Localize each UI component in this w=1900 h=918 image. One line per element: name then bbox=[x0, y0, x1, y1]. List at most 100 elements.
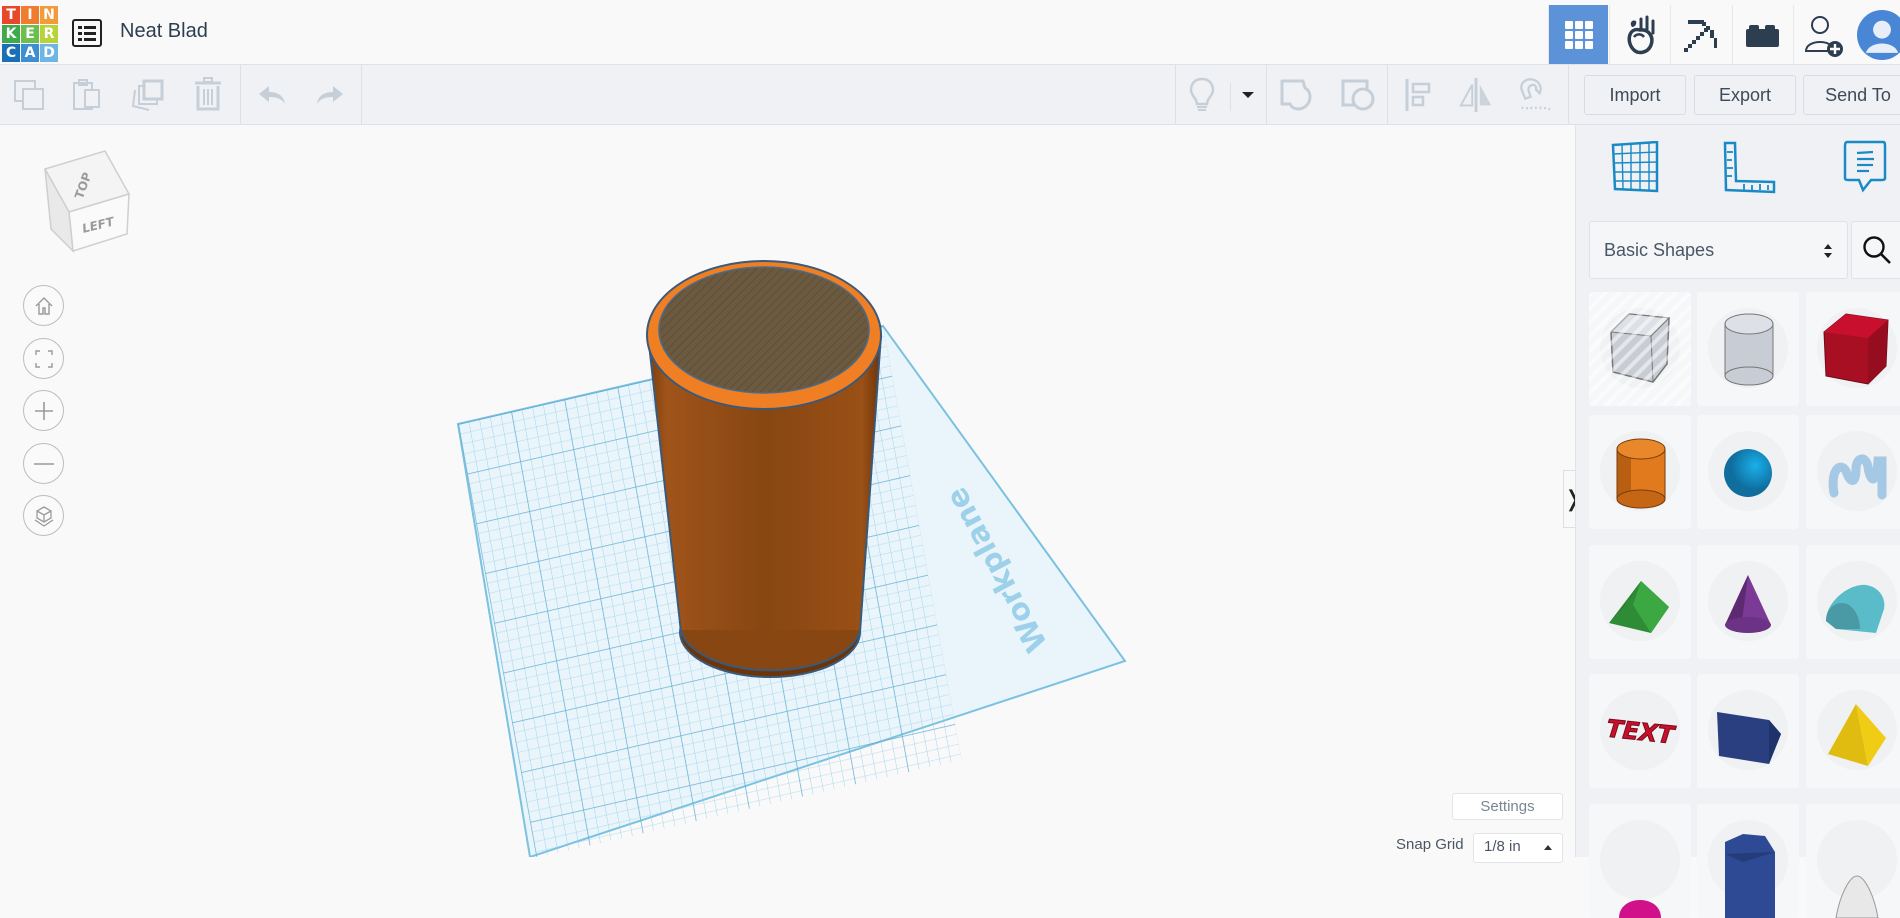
settings-button[interactable]: Settings bbox=[1452, 793, 1563, 820]
shape-tile-wedge-prism[interactable] bbox=[1697, 674, 1799, 788]
note-icon bbox=[1843, 140, 1887, 193]
home-view-button[interactable] bbox=[23, 285, 64, 326]
shape-tile-cylinder[interactable] bbox=[1589, 415, 1691, 529]
align-button[interactable] bbox=[1400, 77, 1436, 113]
redo-button[interactable] bbox=[312, 77, 348, 113]
home-icon bbox=[35, 296, 52, 315]
copy-button[interactable] bbox=[12, 77, 48, 113]
project-title[interactable]: Neat Blad bbox=[120, 20, 208, 43]
brick-icon bbox=[1745, 24, 1779, 47]
shape-tile-cylinder-hole[interactable] bbox=[1697, 292, 1799, 406]
half-sphere-shape-icon bbox=[1600, 820, 1680, 918]
magnet-icon bbox=[1520, 78, 1551, 111]
fit-view-icon bbox=[34, 349, 53, 368]
snap-grid-label: Snap Grid bbox=[1396, 836, 1464, 853]
minus-icon bbox=[33, 462, 54, 465]
main-toolbar: Import Export Send To bbox=[0, 65, 1900, 125]
logo-letter: N bbox=[40, 6, 58, 24]
shape-tile-roof[interactable] bbox=[1589, 545, 1691, 659]
import-button[interactable]: Import bbox=[1584, 75, 1686, 115]
zoom-out-button[interactable] bbox=[23, 443, 64, 484]
paraboloid-shape-icon bbox=[1817, 820, 1897, 918]
text-shape-icon: TEXT bbox=[1600, 690, 1680, 770]
design-list-button[interactable] bbox=[72, 19, 102, 47]
updown-caret-icon bbox=[1824, 244, 1832, 258]
mirror-button[interactable] bbox=[1458, 77, 1494, 113]
ortho-perspective-button[interactable] bbox=[23, 495, 64, 536]
shape-tile-text[interactable]: TEXT bbox=[1589, 674, 1691, 788]
caret-up-icon bbox=[1544, 845, 1552, 850]
workplane-tool-button[interactable] bbox=[1605, 137, 1665, 197]
bricks-button[interactable] bbox=[1732, 5, 1792, 64]
box-hole-shape-icon bbox=[1589, 292, 1691, 406]
export-button[interactable]: Export bbox=[1694, 75, 1796, 115]
trash-icon bbox=[195, 77, 221, 111]
view-cube[interactable]: TOP LEFT bbox=[33, 149, 133, 259]
snap-grid-select[interactable]: 1/8 in bbox=[1473, 833, 1563, 863]
shape-tile-half-sphere[interactable] bbox=[1589, 804, 1691, 918]
notes-dropdown-button[interactable] bbox=[1230, 77, 1266, 113]
workplane-grid-icon bbox=[1611, 141, 1659, 193]
cylinder-shape-icon bbox=[1600, 431, 1680, 511]
shape-tile-box[interactable] bbox=[1806, 292, 1900, 406]
grid-icon bbox=[1564, 20, 1593, 49]
box-shape-icon bbox=[1817, 308, 1897, 388]
duplicate-icon bbox=[131, 79, 164, 111]
shape-search-button[interactable] bbox=[1851, 221, 1900, 279]
shape-tile-cone[interactable] bbox=[1697, 545, 1799, 659]
send-to-button[interactable]: Send To bbox=[1803, 75, 1900, 115]
3d-design-button[interactable] bbox=[1548, 5, 1608, 64]
top-header: TIN KER CAD Neat Blad bbox=[0, 0, 1900, 65]
scene-canvas[interactable]: Workplane bbox=[0, 125, 1575, 857]
fit-all-button[interactable] bbox=[23, 338, 64, 379]
logo-letter: I bbox=[21, 6, 39, 24]
duplicate-button[interactable] bbox=[130, 77, 166, 113]
hand-apple-icon bbox=[1626, 15, 1654, 54]
shape-tile-box-hole[interactable] bbox=[1589, 292, 1691, 406]
minecraft-button[interactable] bbox=[1670, 5, 1730, 64]
ungroup-button[interactable] bbox=[1340, 77, 1376, 113]
invite-user-button[interactable] bbox=[1793, 5, 1853, 64]
logo-letter: T bbox=[2, 6, 20, 24]
sphere-shape-icon bbox=[1708, 431, 1788, 511]
logo-letter: K bbox=[2, 25, 20, 43]
roof-shape-icon bbox=[1600, 561, 1680, 641]
caret-down-icon bbox=[1242, 92, 1254, 98]
paste-button[interactable] bbox=[70, 77, 106, 113]
undo-icon bbox=[259, 86, 285, 104]
tinkercad-logo[interactable]: TIN KER CAD bbox=[2, 6, 58, 62]
zoom-in-button[interactable] bbox=[23, 390, 64, 431]
pickaxe-icon bbox=[1683, 19, 1717, 52]
cylinder-object[interactable] bbox=[646, 260, 882, 678]
ruler-tool-button[interactable] bbox=[1719, 137, 1779, 197]
shape-category-value: Basic Shapes bbox=[1604, 239, 1715, 260]
shape-tile-round-roof[interactable] bbox=[1806, 545, 1900, 659]
logo-letter: D bbox=[40, 44, 58, 62]
delete-button[interactable] bbox=[190, 77, 226, 113]
logo-letter: C bbox=[2, 44, 20, 62]
shape-category-select[interactable]: Basic Shapes bbox=[1589, 221, 1848, 279]
lightbulb-icon bbox=[1189, 77, 1215, 111]
shape-tile-pyramid[interactable] bbox=[1806, 674, 1900, 788]
notes-tool-button[interactable] bbox=[1835, 137, 1895, 197]
shape-tile-polygon[interactable] bbox=[1697, 804, 1799, 918]
notes-toggle-button[interactable] bbox=[1184, 77, 1220, 113]
codeblocks-button[interactable] bbox=[1609, 5, 1669, 64]
shape-tile-sphere[interactable] bbox=[1697, 415, 1799, 529]
shape-tile-paraboloid[interactable] bbox=[1806, 804, 1900, 918]
cylinder-hole-shape-icon bbox=[1708, 308, 1788, 388]
logo-letter: R bbox=[40, 25, 58, 43]
group-icon bbox=[1280, 79, 1312, 111]
profile-avatar[interactable] bbox=[1857, 5, 1900, 64]
mirror-icon bbox=[1459, 77, 1492, 113]
cruise-button[interactable] bbox=[1518, 77, 1554, 113]
add-user-icon bbox=[1804, 15, 1843, 57]
shapes-panel: Basic Shapes TEXT bbox=[1575, 125, 1900, 918]
undo-button[interactable] bbox=[254, 77, 290, 113]
search-icon bbox=[1863, 236, 1891, 264]
group-button[interactable] bbox=[1278, 77, 1314, 113]
paste-icon bbox=[73, 79, 100, 110]
cone-shape-icon bbox=[1708, 561, 1788, 641]
shape-tile-scribble[interactable] bbox=[1806, 415, 1900, 529]
3d-viewport[interactable]: Workplane TOP LEFT bbox=[0, 125, 1575, 857]
